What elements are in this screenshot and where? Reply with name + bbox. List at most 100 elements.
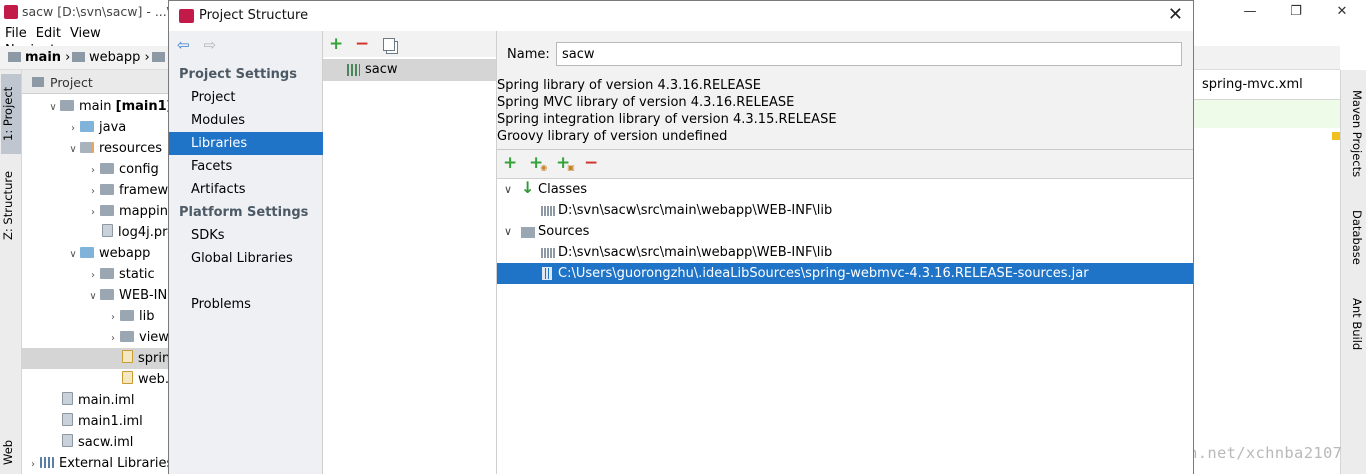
chevron-right-icon[interactable]: › bbox=[86, 265, 100, 286]
minimize-icon[interactable]: — bbox=[1227, 2, 1273, 22]
chevron-down-icon[interactable]: ∨ bbox=[501, 179, 515, 200]
tree-item-label: resources bbox=[99, 141, 163, 156]
nav-libraries[interactable]: Libraries bbox=[169, 132, 323, 155]
tree-item-label: External Libraries bbox=[59, 456, 168, 471]
editor-highlight-line bbox=[1194, 100, 1340, 128]
nav-global-libraries[interactable]: Global Libraries bbox=[169, 247, 323, 270]
tree-item-label: log4j.prope bbox=[118, 225, 168, 240]
nav-sdks[interactable]: SDKs bbox=[169, 224, 323, 247]
library-details-pane: Name: Spring library of version 4.3.16.R… bbox=[497, 31, 1193, 474]
iml-file-icon bbox=[62, 413, 73, 426]
warning-marker[interactable] bbox=[1332, 132, 1340, 140]
close-window-icon[interactable]: ✕ bbox=[1319, 2, 1365, 22]
remove-root-icon[interactable]: − bbox=[584, 153, 598, 173]
forward-arrow-icon[interactable]: ⇨ bbox=[204, 36, 217, 54]
menu-edit[interactable]: Edit bbox=[31, 24, 65, 41]
copy-library-icon[interactable] bbox=[383, 38, 395, 51]
classes-path-item[interactable]: D:\svn\sacw\src\main\webapp\WEB-INF\lib bbox=[497, 200, 1193, 221]
nav-problems[interactable]: Problems bbox=[169, 293, 323, 316]
chevron-down-icon[interactable]: ∨ bbox=[46, 97, 60, 118]
tab-maven-projects[interactable]: Maven Projects bbox=[1344, 90, 1364, 177]
folder-icon bbox=[100, 205, 114, 216]
library-description: Spring MVC library of version 4.3.16.REL… bbox=[497, 95, 795, 110]
editor-area[interactable] bbox=[1194, 100, 1340, 474]
folder-icon bbox=[100, 268, 114, 279]
tree-item[interactable]: › External Libraries bbox=[22, 453, 168, 474]
library-item-sacw[interactable]: sacw bbox=[323, 59, 496, 81]
sources-path-item[interactable]: D:\svn\sacw\src\main\webapp\WEB-INF\lib bbox=[497, 242, 1193, 263]
nav-artifacts[interactable]: Artifacts bbox=[169, 178, 323, 201]
sources-jar-item[interactable]: C:\Users\guorongzhu\.ideaLibSources\spri… bbox=[497, 263, 1193, 284]
chevron-right-icon[interactable]: › bbox=[106, 307, 120, 328]
tab-web[interactable]: Web bbox=[1, 432, 21, 472]
tab-database[interactable]: Database bbox=[1344, 210, 1364, 265]
add-library-icon[interactable]: + bbox=[329, 34, 343, 54]
chevron-right-icon[interactable]: › bbox=[106, 328, 120, 349]
breadcrumb-webapp[interactable]: webapp › bbox=[72, 50, 150, 65]
tree-item[interactable]: log4j.prope bbox=[22, 222, 168, 243]
breadcrumb-main[interactable]: main › bbox=[8, 50, 70, 65]
tree-item[interactable]: › config bbox=[22, 159, 168, 180]
name-label: Name: bbox=[507, 47, 550, 62]
sources-node[interactable]: ∨ Sources bbox=[497, 221, 1193, 242]
maximize-icon[interactable]: ❐ bbox=[1273, 2, 1319, 22]
settings-nav: ⇦ ⇨ Project Settings Project Modules Libr… bbox=[169, 31, 323, 474]
ide-window-title: sacw [D:\svn\sacw] - ...\sr bbox=[22, 4, 183, 19]
chevron-down-icon[interactable]: ∨ bbox=[66, 244, 80, 265]
add-root-icon[interactable]: + bbox=[503, 153, 517, 173]
sources-folder-icon bbox=[521, 227, 535, 238]
breadcrumb-next[interactable] bbox=[152, 50, 169, 65]
tree-item[interactable]: › views bbox=[22, 327, 168, 348]
editor-tab[interactable]: spring-mvc.xml bbox=[1194, 70, 1340, 100]
tree-item[interactable]: › java bbox=[22, 117, 168, 138]
nav-modules[interactable]: Modules bbox=[169, 109, 323, 132]
chevron-right-icon[interactable]: › bbox=[86, 160, 100, 181]
tree-item[interactable]: main1.iml bbox=[22, 411, 168, 432]
menu-file[interactable]: File bbox=[0, 24, 31, 41]
tree-item[interactable]: ∨ resources bbox=[22, 138, 168, 159]
folder-icon bbox=[72, 52, 85, 62]
chevron-right-icon[interactable]: › bbox=[86, 202, 100, 223]
chevron-down-icon[interactable]: ∨ bbox=[86, 286, 100, 307]
nav-arrows: ⇦ ⇨ bbox=[177, 36, 216, 54]
library-description: Groovy library of version undefined bbox=[497, 129, 728, 144]
tree-item[interactable]: web.xm bbox=[22, 369, 168, 390]
left-tool-strip: 1: Project Z: Structure Web bbox=[0, 70, 22, 474]
attach-jar-icon[interactable]: +▣ bbox=[556, 153, 575, 173]
chevron-down-icon[interactable]: ∨ bbox=[66, 139, 80, 160]
chevron-right-icon[interactable]: › bbox=[26, 454, 40, 474]
remove-library-icon[interactable]: − bbox=[355, 34, 369, 54]
tree-item-label: mappings bbox=[119, 204, 168, 219]
tab-project[interactable]: 1: Project bbox=[1, 74, 21, 154]
tab-ant-build[interactable]: Ant Build bbox=[1344, 298, 1364, 350]
nav-project[interactable]: Project bbox=[169, 86, 323, 109]
dialog-title: Project Structure bbox=[199, 8, 309, 23]
directory-icon bbox=[541, 248, 555, 258]
chevron-right-icon[interactable]: › bbox=[66, 118, 80, 139]
tree-item[interactable]: › framework bbox=[22, 180, 168, 201]
chevron-right-icon[interactable]: › bbox=[86, 181, 100, 202]
classes-node[interactable]: ∨ Classes bbox=[497, 177, 1193, 200]
source-folder-icon bbox=[80, 121, 94, 132]
tree-item[interactable]: › mappings bbox=[22, 201, 168, 222]
close-icon[interactable]: ✕ bbox=[1168, 4, 1183, 25]
tree-item[interactable]: sacw.iml bbox=[22, 432, 168, 453]
tab-structure[interactable]: Z: Structure bbox=[1, 162, 21, 250]
tree-item-label: web.xm bbox=[138, 372, 168, 387]
tree-item-label: webapp bbox=[99, 246, 151, 261]
tree-item[interactable]: spring-r bbox=[22, 348, 168, 369]
tree-item[interactable]: ∨ main [main1] D:\ bbox=[22, 96, 168, 117]
chevron-down-icon[interactable]: ∨ bbox=[501, 221, 515, 242]
tree-item[interactable]: ∨ WEB-INF bbox=[22, 285, 168, 306]
tree-item[interactable]: › static bbox=[22, 264, 168, 285]
tree-item[interactable]: › lib bbox=[22, 306, 168, 327]
menu-view[interactable]: View bbox=[65, 24, 105, 41]
project-structure-dialog: Project Structure ✕ ⇦ ⇨ Project Settings … bbox=[168, 0, 1194, 474]
tree-item[interactable]: main.iml bbox=[22, 390, 168, 411]
tree-item[interactable]: ∨ webapp bbox=[22, 243, 168, 264]
library-name-field[interactable] bbox=[556, 42, 1182, 66]
back-arrow-icon[interactable]: ⇦ bbox=[177, 36, 190, 54]
attach-files-icon[interactable]: +◉ bbox=[529, 153, 547, 173]
nav-facets[interactable]: Facets bbox=[169, 155, 323, 178]
tree-item-label: main1.iml bbox=[78, 414, 143, 429]
